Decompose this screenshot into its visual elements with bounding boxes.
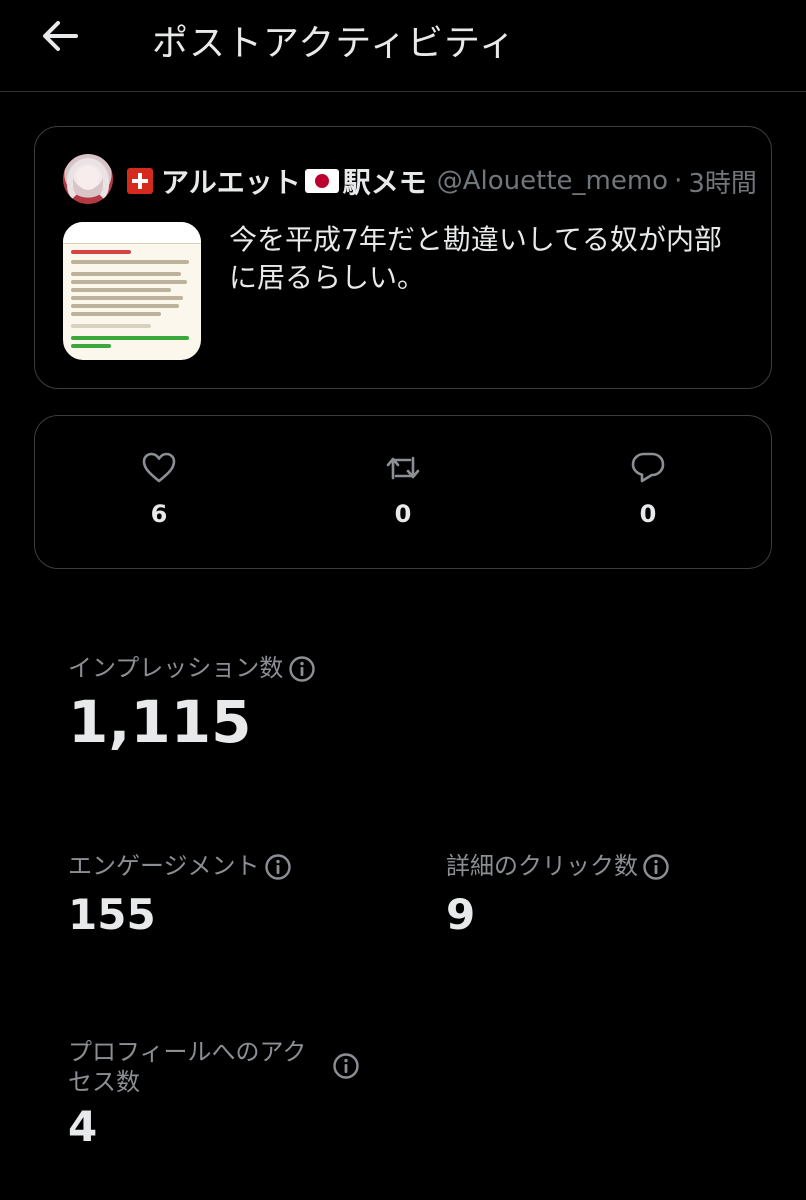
detail-clicks-value: 9: [446, 890, 476, 939]
speech-bubble-icon: [631, 452, 665, 483]
detail-clicks-label: 詳細のクリック数: [446, 852, 638, 880]
repost-count: 0: [394, 500, 412, 528]
like-stat[interactable]: 6: [119, 450, 199, 528]
arrow-left-icon: [43, 21, 78, 51]
reply-stat[interactable]: 0: [608, 450, 688, 528]
info-icon[interactable]: [264, 853, 292, 881]
engagement-card: 6 0 0: [34, 415, 772, 569]
japan-flag-icon: [304, 169, 339, 193]
info-icon[interactable]: [288, 655, 316, 683]
impressions-value: 1,115: [68, 688, 252, 756]
like-count: 6: [150, 500, 168, 528]
avatar[interactable]: [63, 154, 113, 204]
post-card[interactable]: アルエット 駅メモ @Alouette_memo · 3時間 今を平成7年だと勘…: [34, 126, 772, 389]
author-handle: @Alouette_memo: [436, 166, 669, 196]
profile-visits-label-line2: セス数: [68, 1068, 140, 1096]
author-name-part2: 駅メモ: [342, 166, 427, 199]
repost-icon: [386, 456, 420, 480]
info-icon[interactable]: [332, 1052, 360, 1080]
author-name-part1: アルエット: [161, 166, 301, 199]
engagements-value: 155: [68, 890, 156, 939]
post-text: 今を平成7年だと勘違いしてる奴が内部に居るらしい。: [229, 223, 722, 294]
swiss-flag-icon: [127, 168, 153, 194]
info-icon[interactable]: [642, 853, 670, 881]
top-bar: ポストアクティビティ: [0, 0, 806, 92]
impressions-label: インプレッション数: [68, 654, 284, 682]
profile-visits-value: 4: [68, 1102, 98, 1151]
post-image-thumbnail[interactable]: [63, 222, 201, 360]
profile-visits-label-line1: プロフィールへのアク: [68, 1038, 307, 1066]
author-row: アルエット 駅メモ @Alouette_memo · 3時間: [127, 161, 757, 201]
heart-icon: [142, 452, 176, 483]
back-button[interactable]: [36, 12, 84, 60]
engagements-label: エンゲージメント: [68, 852, 260, 880]
reply-count: 0: [639, 500, 657, 528]
separator-dot: ·: [674, 166, 683, 196]
post-time: 3時間: [688, 168, 757, 199]
repost-stat[interactable]: 0: [363, 450, 443, 528]
page-title: ポストアクティビティ: [152, 23, 516, 64]
